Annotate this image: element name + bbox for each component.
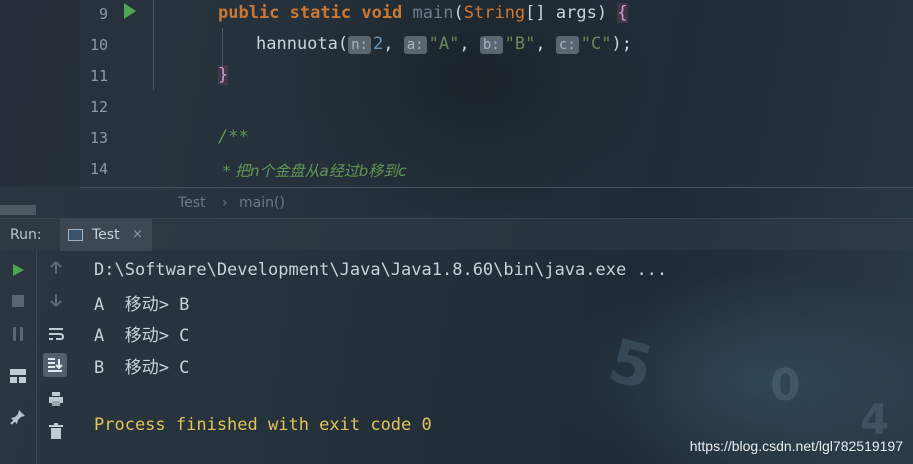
comma: , [383,34,394,54]
breadcrumb-class[interactable]: Test [178,195,206,211]
toolbar-divider [36,250,37,464]
code-text: } [218,65,229,85]
run-gutter-icon[interactable] [124,3,136,19]
console-line: B 移动> C [94,358,190,378]
line-number: 13 [89,129,108,147]
layout-button[interactable] [6,364,30,388]
run-toolbar [0,250,76,464]
run-tool-window-header: Run: Test × [0,218,913,251]
arg-value: 2 [372,34,384,54]
line-number: 11 [89,67,108,85]
type-name: String [463,3,526,23]
arrow-down-icon [50,294,62,307]
clear-all-button[interactable] [44,419,68,443]
tab-label: Test [92,227,120,243]
pause-button[interactable] [6,322,30,346]
layout-icon [10,369,26,383]
exit-message: Process finished with exit code 0 [94,415,432,435]
console-icon [68,229,83,241]
doc-comment: /** [218,127,249,147]
code-line: 14 * 把n个金盘从a经过b移到c [0,155,913,186]
scroll-to-end-button[interactable] [43,353,67,377]
line-number: 9 [98,5,108,23]
code-text: hannuota(n: 2, a: "A", b: "B", c: "C"); [256,34,632,54]
trash-icon [49,423,63,439]
previous-output-button[interactable] [44,256,68,280]
keyword: void [361,3,403,23]
stop-button[interactable] [6,289,30,313]
close-icon[interactable]: × [132,227,143,242]
brace: { [617,3,628,23]
arrow-up-icon [50,261,62,274]
comma: , [459,34,470,54]
code-line: 9 public static void main(String[] args)… [0,0,913,31]
paren: ( [453,3,464,23]
line-number: 12 [89,98,108,116]
console-output[interactable]: D:\Software\Development\Java\Java1.8.60\… [76,250,913,464]
breadcrumb: Test › main() [80,187,913,218]
pause-icon [13,327,23,341]
toolbar-column-left [0,250,36,464]
pin-icon [10,410,25,425]
arg-value: "C" [580,34,612,54]
stop-icon [12,295,24,307]
next-output-button[interactable] [44,288,68,312]
doc-comment: * 把n个金盘从a经过b移到c [218,162,407,180]
param-hint: b: [479,36,503,54]
scroll-to-end-icon [48,358,63,372]
comma: , [535,34,546,54]
toolbar-column-right [40,250,76,464]
breadcrumb-method[interactable]: main() [239,195,285,211]
arg-value: "B" [504,34,536,54]
param-hint: n: [348,36,371,54]
console-line: D:\Software\Development\Java\Java1.8.60\… [94,260,668,280]
param-hint: c: [555,36,579,54]
code-line: 10 hannuota(n: 2, a: "A", b: "B", c: "C"); [0,31,913,62]
run-label: Run: [10,227,42,243]
code-line: 12 [0,93,913,124]
param-hint: a: [403,36,427,54]
breadcrumb-separator: › [222,195,228,211]
console-line: A 移动> C [94,326,190,346]
tab-test[interactable]: Test × [60,219,152,251]
console-line: A 移动> B [94,295,190,315]
rerun-button[interactable] [6,258,30,282]
brace: } [218,65,229,85]
horizontal-scrollbar[interactable] [0,205,36,215]
soft-wrap-button[interactable] [44,322,68,346]
watermark: https://blog.csdn.net/lgl782519197 [689,438,903,454]
call-end: ); [611,34,632,54]
keyword: static [289,3,352,23]
method-call: hannuota( [256,34,349,54]
method-name: main [412,3,454,23]
soft-wrap-icon [49,328,65,340]
arg-value: "A" [428,34,460,54]
pin-button[interactable] [6,405,30,429]
play-icon [13,264,24,276]
line-number: 14 [89,160,108,178]
code-line: 13 /** [0,124,913,155]
print-icon [49,392,63,406]
line-number: 10 [89,36,108,54]
code-text: public static void main(String[] args) { [218,3,628,23]
code-line: 11 } [0,62,913,93]
code-editor[interactable]: 9 public static void main(String[] args)… [0,0,913,187]
params: [] args) [525,3,608,23]
print-button[interactable] [44,387,68,411]
keyword: public [218,3,280,23]
